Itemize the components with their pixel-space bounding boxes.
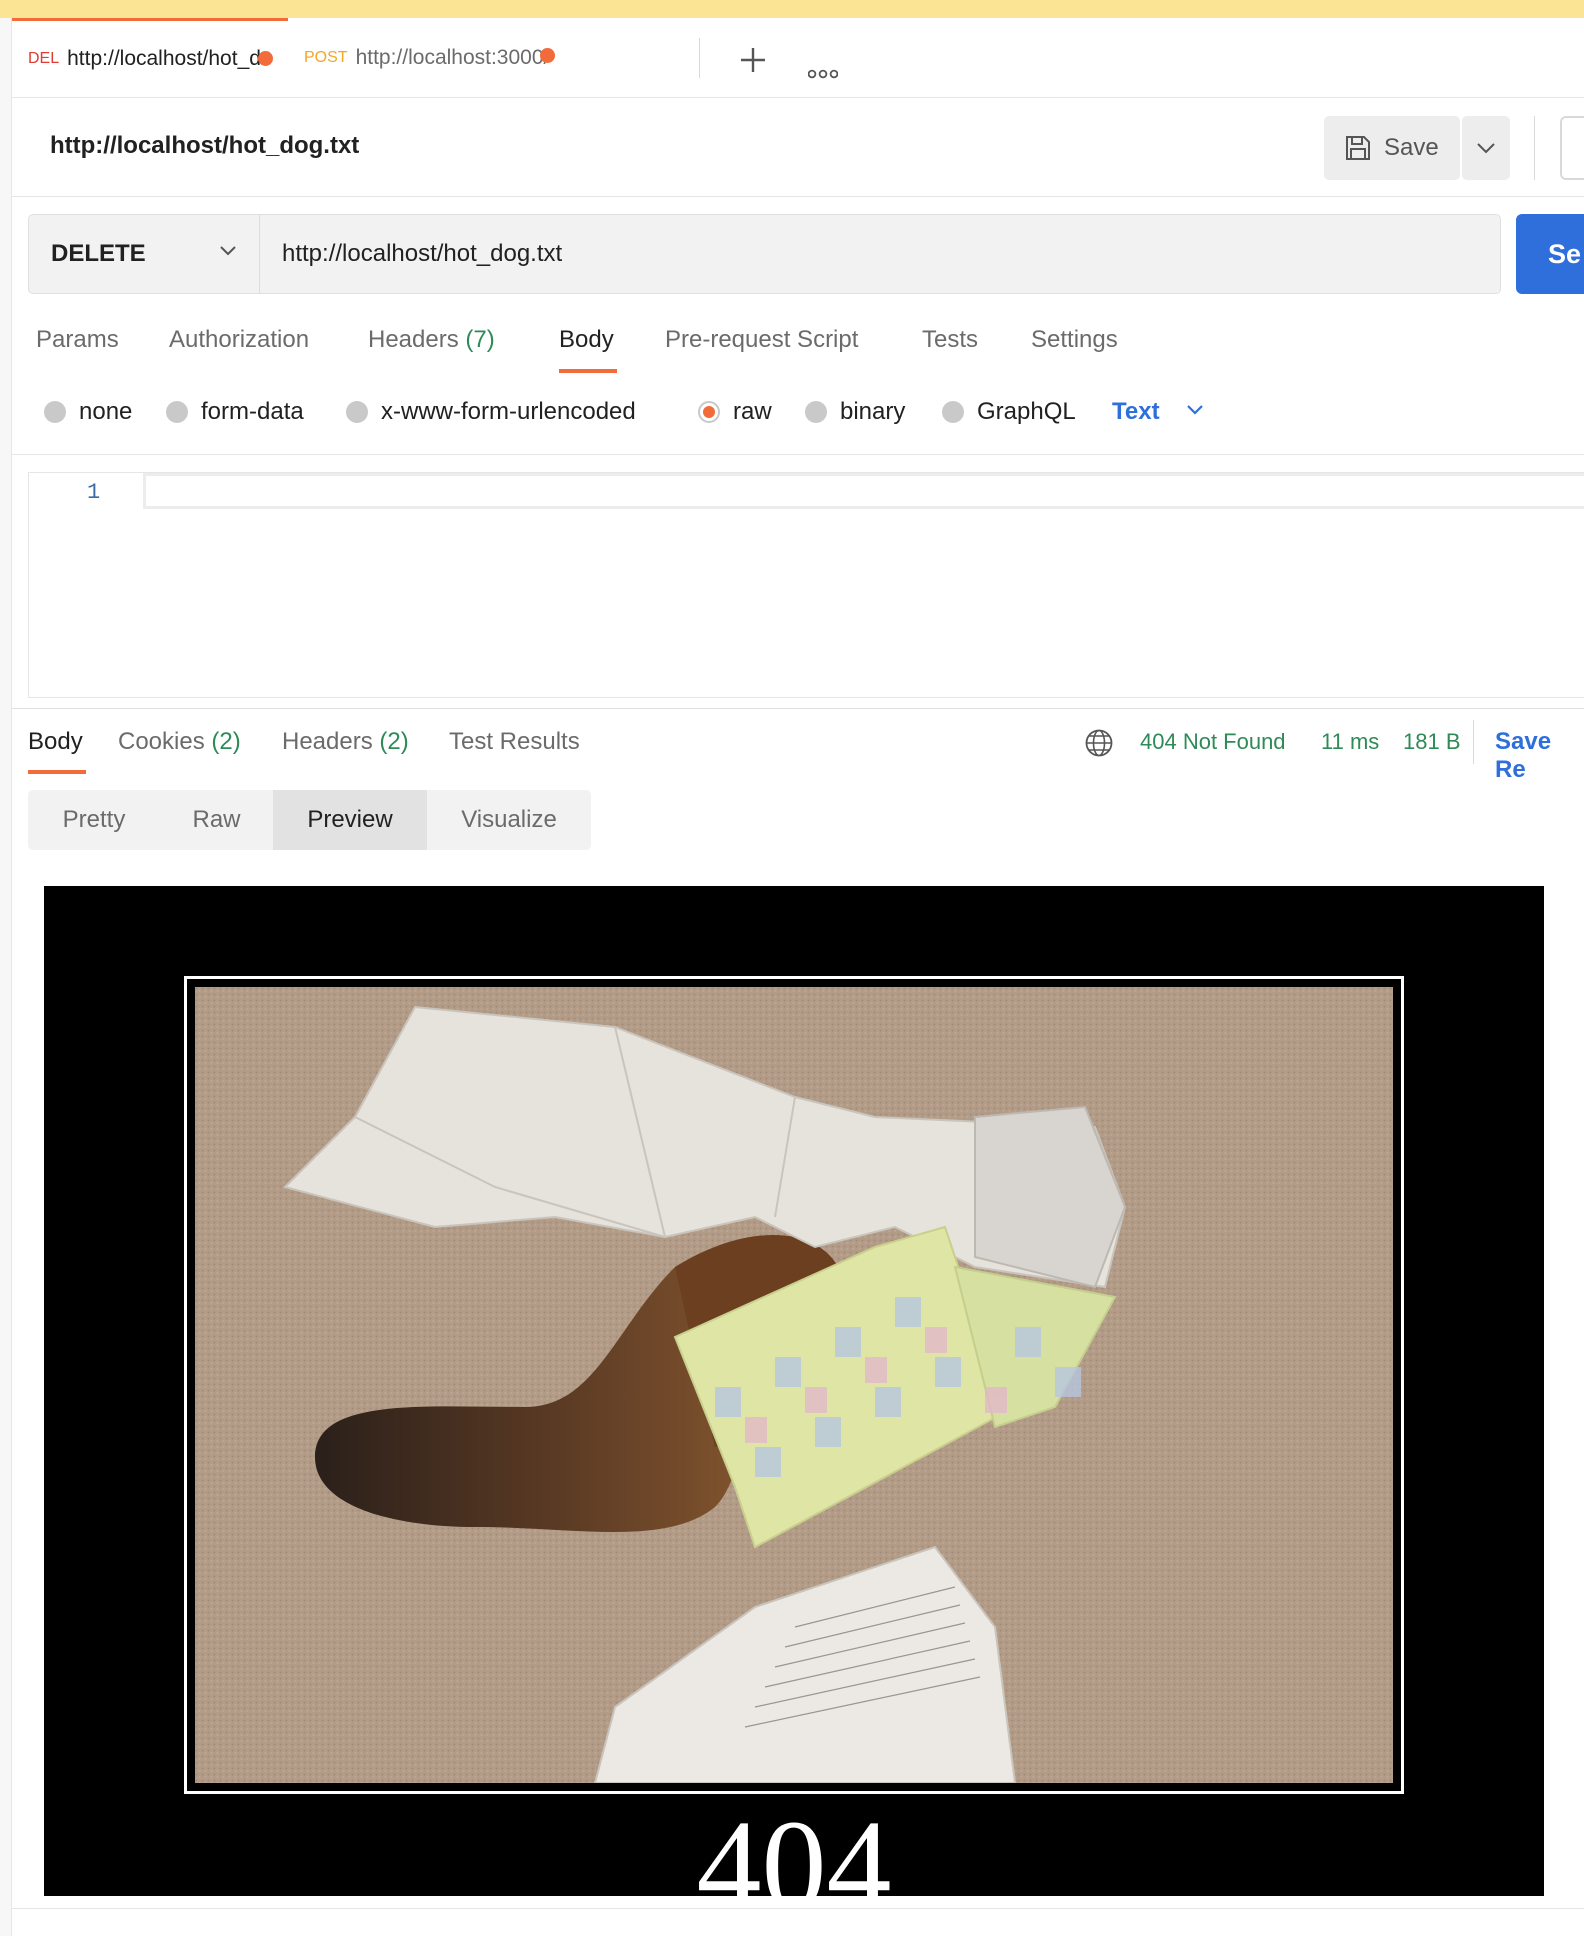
status-code[interactable]: 404 Not Found <box>1140 729 1286 755</box>
response-tab-cookies-label: Cookies <box>118 728 205 755</box>
request-name[interactable]: http://localhost/hot_dog.txt <box>50 132 359 160</box>
request-tabs-bar: DEL http://localhost/hot_do POST http://… <box>12 18 1584 98</box>
left-edge-bar <box>0 18 12 1936</box>
save-disk-icon <box>1346 136 1370 160</box>
radio-circle-icon <box>44 401 66 423</box>
save-button-label: Save <box>1384 134 1439 161</box>
radio-label: GraphQL <box>977 398 1076 425</box>
response-tab-test-results[interactable]: Test Results <box>449 728 580 756</box>
chevron-down-icon <box>220 246 236 256</box>
radio-label: raw <box>733 398 772 425</box>
tab-method-label: POST <box>304 48 348 66</box>
demotivational-frame <box>184 976 1404 1794</box>
active-tab-indicator <box>559 369 617 373</box>
chevron-down-icon <box>1477 143 1495 154</box>
tab-url-label: http://localhost:3000/ <box>355 45 550 69</box>
view-pretty[interactable]: Pretty <box>28 790 160 850</box>
radio-selected-icon <box>698 401 720 423</box>
tab-post-request[interactable]: POST http://localhost:3000/ <box>288 18 568 97</box>
radio-graphql[interactable]: GraphQL <box>942 398 1076 426</box>
radio-urlencoded[interactable]: x-www-form-urlencoded <box>346 398 636 426</box>
method-select[interactable]: DELETE <box>28 214 260 294</box>
divider <box>12 196 1584 197</box>
radio-binary[interactable]: binary <box>805 398 905 426</box>
tab-headers-count: (7) <box>465 326 495 353</box>
bottom-divider <box>12 1908 1584 1909</box>
more-horizontal-icon[interactable] <box>808 68 838 80</box>
preview-caption: 404 <box>696 1794 892 1896</box>
radio-circle-icon <box>942 401 964 423</box>
save-options-button[interactable] <box>1462 116 1510 180</box>
response-tab-headers-label: Headers <box>282 728 373 755</box>
response-preview: 404 <box>44 886 1544 1896</box>
url-input[interactable]: http://localhost/hot_dog.txt <box>259 214 1501 294</box>
tab-delete-request[interactable]: DEL http://localhost/hot_do <box>12 18 288 97</box>
response-size[interactable]: 181 B <box>1403 729 1461 755</box>
tab-headers[interactable]: Headers (7) <box>368 326 495 354</box>
photo-illustration <box>195 987 1393 1783</box>
radio-label: binary <box>840 398 906 425</box>
view-visualize[interactable]: Visualize <box>427 790 591 850</box>
tab-prerequest-script[interactable]: Pre-request Script <box>665 326 858 354</box>
plus-icon[interactable] <box>739 46 767 74</box>
tab-url-label: http://localhost/hot_do <box>67 47 273 70</box>
tab-settings[interactable]: Settings <box>1031 326 1118 354</box>
tab-params[interactable]: Params <box>36 326 119 354</box>
chevron-down-icon[interactable] <box>1186 404 1204 416</box>
tab-body[interactable]: Body <box>559 326 614 354</box>
radio-raw[interactable]: raw <box>698 398 772 426</box>
line-number: 1 <box>87 480 101 505</box>
method-select-value: DELETE <box>51 240 146 267</box>
view-preview[interactable]: Preview <box>273 790 427 850</box>
unsaved-dot-icon <box>540 48 555 63</box>
share-button[interactable] <box>1560 116 1584 180</box>
tab-divider <box>699 38 700 78</box>
radio-none[interactable]: none <box>44 398 132 426</box>
radio-label: form-data <box>201 398 304 425</box>
radio-label: x-www-form-urlencoded <box>381 398 636 425</box>
save-response-button[interactable]: Save Re <box>1495 728 1584 784</box>
tab-method-label: DEL <box>28 50 60 67</box>
response-tab-headers-count: (2) <box>379 728 409 755</box>
globe-icon[interactable] <box>1084 728 1114 758</box>
save-button[interactable]: Save <box>1324 116 1460 180</box>
unsaved-dot-icon <box>258 51 273 66</box>
editor-active-line[interactable] <box>143 473 1584 509</box>
response-tab-headers[interactable]: Headers (2) <box>282 728 409 756</box>
view-raw[interactable]: Raw <box>160 790 273 850</box>
tab-authorization[interactable]: Authorization <box>169 326 309 354</box>
response-time[interactable]: 11 ms <box>1321 729 1379 755</box>
body-format-select[interactable]: Text <box>1112 398 1160 426</box>
toolbar-divider <box>1534 116 1535 180</box>
tab-headers-label: Headers <box>368 326 459 353</box>
radio-circle-icon <box>346 401 368 423</box>
response-tab-body[interactable]: Body <box>28 728 83 756</box>
response-divider[interactable] <box>12 708 1584 709</box>
send-button[interactable]: Se <box>1516 214 1584 294</box>
top-banner <box>0 0 1584 18</box>
response-tab-cookies-count: (2) <box>211 728 241 755</box>
status-divider <box>1473 720 1474 764</box>
radio-circle-icon <box>166 401 188 423</box>
cat-under-paper-photo <box>195 987 1393 1783</box>
divider <box>12 454 1584 455</box>
response-tab-cookies[interactable]: Cookies (2) <box>118 728 241 756</box>
radio-form-data[interactable]: form-data <box>166 398 304 426</box>
tab-tests[interactable]: Tests <box>922 326 978 354</box>
active-tab-indicator <box>28 770 86 774</box>
radio-label: none <box>79 398 133 425</box>
radio-circle-icon <box>805 401 827 423</box>
